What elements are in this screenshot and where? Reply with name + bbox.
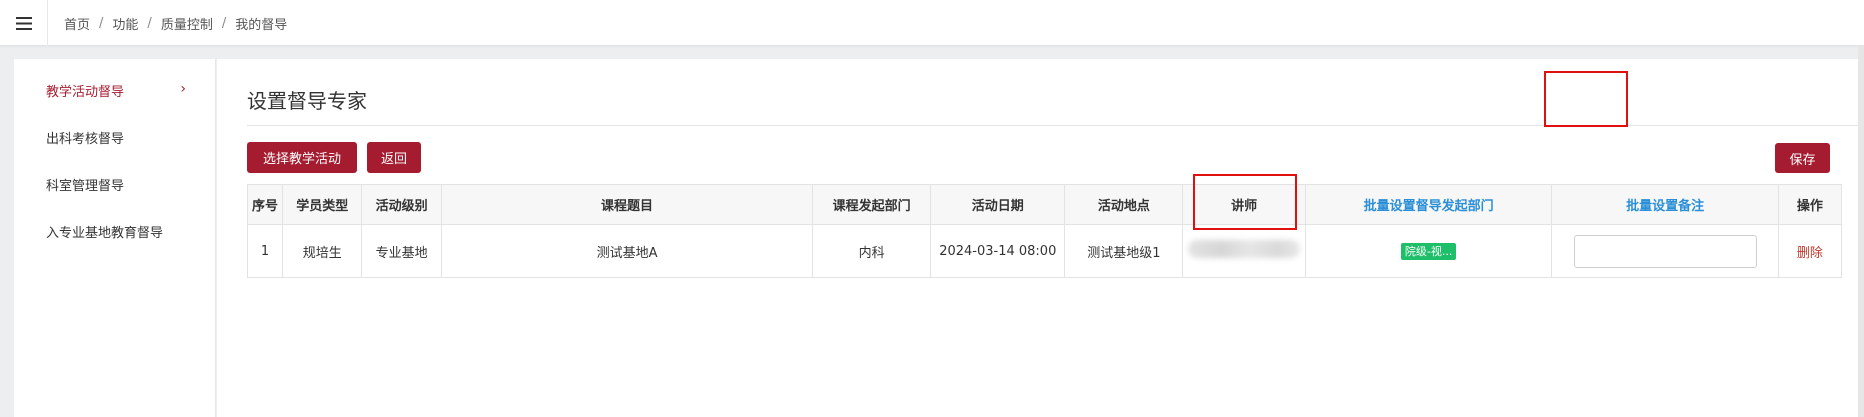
column-header-course-title: 课程题目 <box>440 184 814 225</box>
column-header-activity-level: 活动级别 <box>361 184 442 225</box>
table-row: 1 规培生 专业基地 测试基地A 内科 2024-03-14 08:00 测试基… <box>246 224 1843 278</box>
breadcrumb: 首页 / 功能 / 质量控制 / 我的督导 <box>64 0 287 46</box>
breadcrumb-my-supervision: 我的督导 <box>235 17 288 33</box>
cell-course-dept: 内科 <box>812 224 932 278</box>
breadcrumb-separator: / <box>99 15 104 31</box>
top-bar: 首页 / 功能 / 质量控制 / 我的督导 <box>0 0 1864 46</box>
batch-set-note-link[interactable]: 批量设置备注 <box>1551 184 1779 225</box>
sidebar-item-label: 出科考核督导 <box>46 131 125 147</box>
column-header-index: 序号 <box>246 184 284 225</box>
sidebar-item-label: 教学活动督导 <box>46 84 125 100</box>
sidebar: 教学活动督导 › 出科考核督导 科室管理督导 入专业基地教育督导 <box>14 59 216 417</box>
cell-activity-level: 专业基地 <box>361 224 442 278</box>
breadcrumb-function[interactable]: 功能 <box>112 14 138 33</box>
supervise-dept-tag[interactable]: 院级-视... <box>1400 242 1457 260</box>
breadcrumb-quality-control[interactable]: 质量控制 <box>161 14 213 33</box>
sidebar-item-rotation-exam-supervision[interactable]: 出科考核督导 <box>14 113 216 161</box>
column-header-action: 操作 <box>1777 184 1843 225</box>
page-title: 设置督导专家 <box>247 89 367 113</box>
redacted-lecturer-name <box>1188 240 1301 258</box>
sidebar-item-base-entry-education-supervision[interactable]: 入专业基地教育督导 <box>14 207 216 255</box>
table-header-row: 序号 学员类型 活动级别 课程题目 课程发起部门 活动日期 活动地点 讲师 批量… <box>246 184 1843 225</box>
cell-activity-date: 2024-03-14 08:00 <box>930 224 1066 278</box>
breadcrumb-home[interactable]: 首页 <box>64 14 90 33</box>
cell-note <box>1551 224 1779 278</box>
hamburger-menu-icon[interactable] <box>0 0 48 46</box>
cell-index: 1 <box>246 224 284 278</box>
back-button[interactable]: 返回 <box>367 142 421 173</box>
cell-activity-place: 测试基地级1 <box>1064 224 1184 278</box>
save-button[interactable]: 保存 <box>1775 143 1830 173</box>
breadcrumb-separator: / <box>147 15 152 31</box>
highlight-box-save <box>1544 71 1628 127</box>
cell-action: 删除 <box>1777 224 1843 278</box>
choose-teaching-activity-button[interactable]: 选择教学活动 <box>247 142 357 173</box>
note-input[interactable] <box>1573 234 1757 268</box>
batch-set-supervise-dept-link[interactable]: 批量设置督导发起部门 <box>1304 184 1553 225</box>
breadcrumb-separator: / <box>221 15 227 31</box>
sidebar-item-teaching-activity-supervision[interactable]: 教学活动督导 › <box>14 66 216 114</box>
sidebar-item-department-management-supervision[interactable]: 科室管理督导 <box>14 160 216 208</box>
column-header-activity-place: 活动地点 <box>1064 184 1184 225</box>
chevron-right-icon: › <box>180 81 186 97</box>
supervision-table: 序号 学员类型 活动级别 课程题目 课程发起部门 活动日期 活动地点 讲师 批量… <box>246 184 1843 278</box>
cell-course-title: 测试基地A <box>440 224 814 278</box>
cell-supervise-dept: 院级-视... <box>1304 224 1553 278</box>
sidebar-item-label: 入专业基地教育督导 <box>46 225 164 241</box>
column-header-activity-date: 活动日期 <box>930 184 1066 225</box>
column-header-course-dept: 课程发起部门 <box>812 184 932 225</box>
sidebar-item-label: 科室管理督导 <box>46 178 125 194</box>
right-edge-gutter <box>1858 46 1864 417</box>
delete-link[interactable]: 删除 <box>1797 246 1823 261</box>
cell-lecturer <box>1182 224 1306 278</box>
column-header-student-type: 学员类型 <box>282 184 363 225</box>
highlight-box-dept-tag <box>1193 174 1297 230</box>
cell-student-type: 规培生 <box>282 224 363 278</box>
